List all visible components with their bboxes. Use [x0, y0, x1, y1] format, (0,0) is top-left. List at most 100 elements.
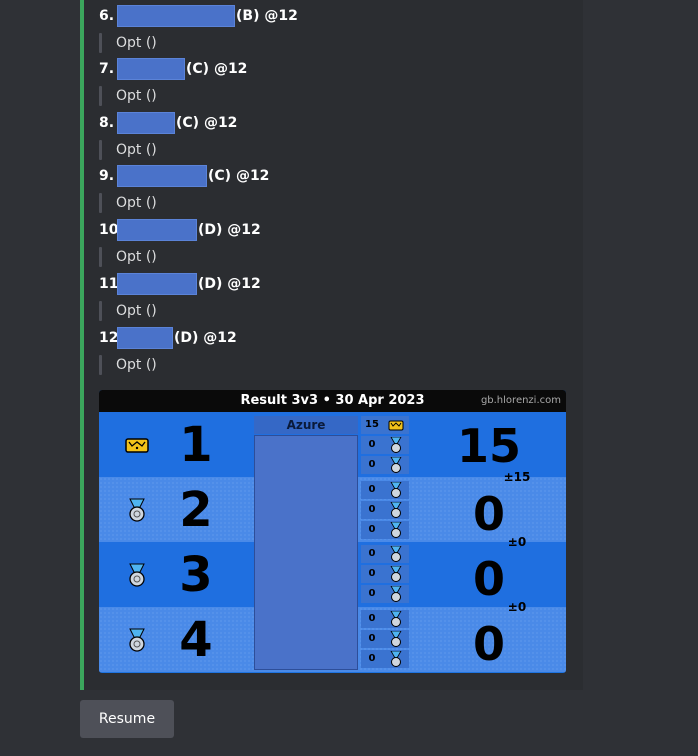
entry-suffix: (C) @12 [208, 168, 270, 184]
quote-bar [99, 33, 102, 53]
entry-suffix: (B) @12 [236, 8, 298, 24]
redacted-name [117, 5, 235, 27]
redacted-name [117, 112, 175, 134]
quote-bar [99, 301, 102, 321]
entry-number: 12. [99, 330, 124, 346]
player-score: 0 [361, 565, 409, 583]
entry-suffix: (D) @12 [198, 276, 261, 292]
player-score: 15 [361, 416, 409, 434]
player-score: 0 [361, 436, 409, 454]
quote-bar [99, 86, 102, 106]
embed-accent-bar [80, 0, 84, 690]
player-score: 0 [361, 650, 409, 668]
team-panel [254, 435, 358, 670]
entry-option: Opt () [116, 357, 157, 373]
player-points: 0 [368, 524, 376, 535]
medal-icon [125, 563, 149, 587]
medal-icon [388, 610, 404, 627]
entry-number: 11. [99, 276, 124, 292]
player-points: 0 [368, 504, 376, 515]
list-item: 8. (C) @12 Opt () [99, 112, 399, 160]
medal-icon [125, 628, 149, 652]
medal-icon [388, 545, 404, 562]
team-score: 0 [472, 617, 505, 671]
entry-suffix: (D) @12 [174, 330, 237, 346]
entry-number: 7. [99, 61, 115, 77]
rank-number: 4 [179, 612, 213, 668]
embed-message: 6. (B) @12 Opt () 7. (C) @12 Opt () 8. (C) … [80, 0, 583, 690]
entry-option: Opt () [116, 195, 157, 211]
redacted-name [117, 327, 173, 349]
entry-suffix: (D) @12 [198, 222, 261, 238]
redacted-name [117, 273, 197, 295]
score-delta: ±0 [507, 535, 527, 549]
medal-icon [388, 521, 404, 538]
medal-icon [388, 585, 404, 602]
entry-option: Opt () [116, 88, 157, 104]
player-points: 0 [368, 633, 376, 644]
medal-icon [388, 565, 404, 582]
card-site-label: gb.hlorenzi.com [480, 395, 561, 406]
list-item: 12. (D) @12 Opt () [99, 327, 399, 375]
entry-number: 9. [99, 168, 115, 184]
player-points: 0 [368, 568, 376, 579]
player-score: 0 [361, 545, 409, 563]
crown-icon [125, 433, 149, 457]
rank-number: 2 [179, 482, 213, 538]
player-score: 0 [361, 630, 409, 648]
player-points: 15 [365, 419, 379, 430]
list-item: 9. (C) @12 Opt () [99, 165, 399, 213]
quote-bar [99, 140, 102, 160]
entry-option: Opt () [116, 142, 157, 158]
medal-icon [388, 501, 404, 518]
player-score: 0 [361, 456, 409, 474]
entry-option: Opt () [116, 35, 157, 51]
player-points: 0 [368, 588, 376, 599]
team-score: 0 [472, 487, 505, 541]
player-score: 0 [361, 481, 409, 499]
quote-bar [99, 247, 102, 267]
card-header: Result 3v3 • 30 Apr 2023 gb.hlorenzi.com [99, 390, 566, 412]
player-score: 0 [361, 521, 409, 539]
entry-option: Opt () [116, 249, 157, 265]
score-delta: ±0 [507, 600, 527, 614]
medal-icon [388, 481, 404, 498]
quote-bar [99, 355, 102, 375]
quote-bar [99, 193, 102, 213]
player-score: 0 [361, 610, 409, 628]
rank-number: 3 [179, 547, 213, 603]
result-card: Result 3v3 • 30 Apr 2023 gb.hlorenzi.com… [99, 390, 566, 673]
player-score: 0 [361, 501, 409, 519]
player-points: 0 [368, 613, 376, 624]
player-points: 0 [368, 548, 376, 559]
team-score: 0 [472, 552, 505, 606]
resume-button[interactable]: Resume [80, 700, 174, 738]
medal-icon [388, 456, 404, 473]
entry-suffix: (C) @12 [176, 115, 238, 131]
player-points: 0 [368, 484, 376, 495]
entry-suffix: (C) @12 [186, 61, 248, 77]
score-delta: ±15 [503, 470, 531, 484]
rank-number: 1 [179, 417, 213, 473]
medal-icon [388, 436, 404, 453]
medal-icon [388, 650, 404, 667]
team-name: Azure [254, 416, 358, 434]
player-score: 0 [361, 585, 409, 603]
team-score: 15 [456, 419, 521, 473]
entry-option: Opt () [116, 303, 157, 319]
list-item: 6. (B) @12 Opt () [99, 5, 399, 53]
player-points: 0 [368, 653, 376, 664]
entry-number: 8. [99, 115, 115, 131]
list-item: 7. (C) @12 Opt () [99, 58, 399, 106]
medal-icon [388, 630, 404, 647]
crown-icon [388, 417, 404, 433]
redacted-name [117, 219, 197, 241]
player-points: 0 [368, 439, 376, 450]
list-item: 11. (D) @12 Opt () [99, 273, 399, 321]
redacted-name [117, 165, 207, 187]
entry-number: 6. [99, 8, 115, 24]
redacted-name [117, 58, 185, 80]
list-item: 10. (D) @12 Opt () [99, 219, 399, 267]
medal-icon [125, 498, 149, 522]
entry-number: 10. [99, 222, 124, 238]
